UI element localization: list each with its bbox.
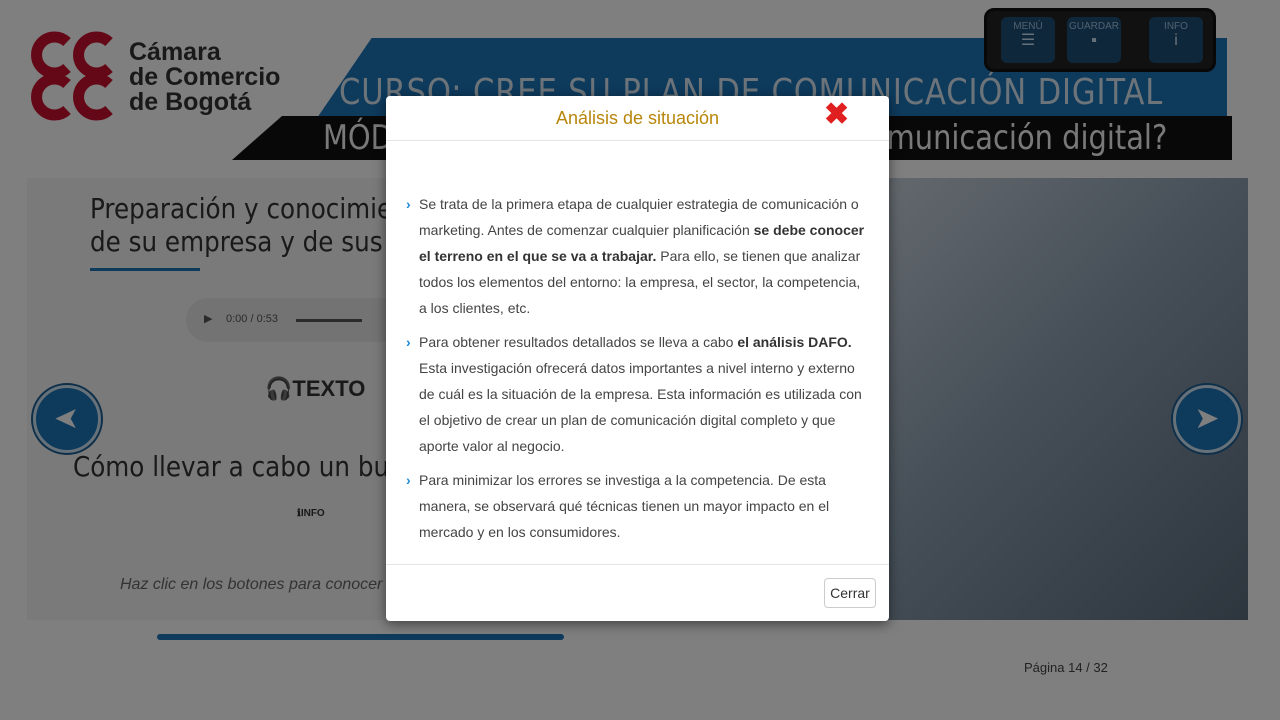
p2-text-a: Para obtener resultados detallados se ll… xyxy=(419,334,738,350)
paragraph-1: › Se trata de la primera etapa de cualqu… xyxy=(406,191,871,321)
chevron-right-icon: › xyxy=(406,472,411,488)
analysis-modal: Análisis de situación ✖ › Se trata de la… xyxy=(386,96,889,621)
close-modal-button[interactable]: Cerrar xyxy=(824,578,876,608)
chevron-right-icon: › xyxy=(406,196,411,212)
chevron-right-icon: › xyxy=(406,334,411,350)
close-icon[interactable]: ✖ xyxy=(824,100,849,130)
modal-footer: Cerrar xyxy=(386,564,889,622)
modal-header: Análisis de situación ✖ xyxy=(386,96,889,141)
paragraph-3: › Para minimizar los errores se investig… xyxy=(406,467,871,545)
p3-text: Para minimizar los errores se investiga … xyxy=(419,472,830,540)
p2-text-b: el análisis DAFO. xyxy=(737,334,852,350)
paragraph-2: › Para obtener resultados detallados se … xyxy=(406,329,871,459)
modal-title: Análisis de situación xyxy=(555,108,720,128)
modal-body: › Se trata de la primera etapa de cualqu… xyxy=(406,191,871,553)
p2-text-c: Esta investigación ofrecerá datos import… xyxy=(419,360,862,454)
